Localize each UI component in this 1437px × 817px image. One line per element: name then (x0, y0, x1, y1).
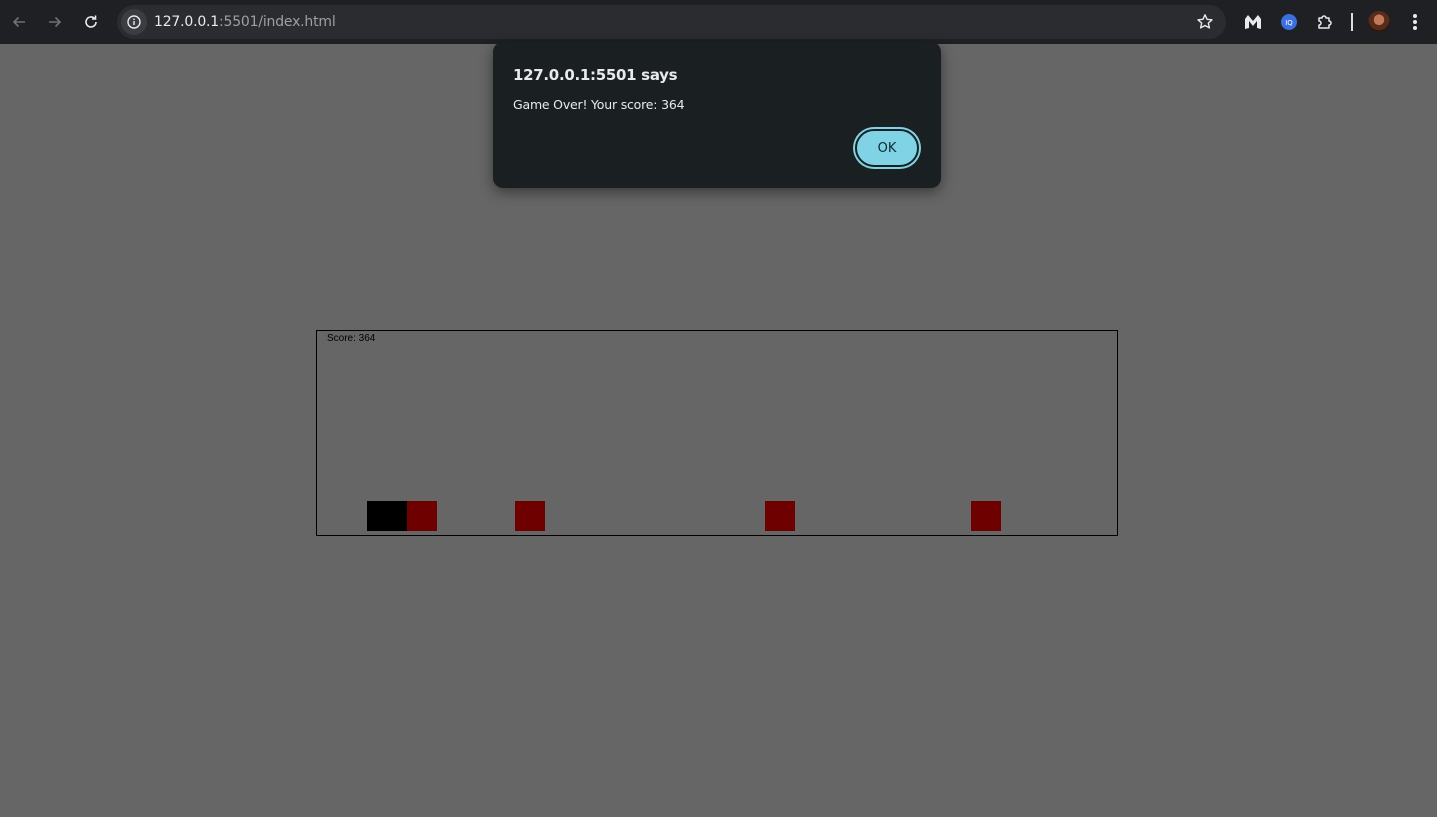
alert-dialog: 127.0.0.1:5501 says Game Over! Your scor… (493, 42, 941, 188)
score-text: Score: 364 (327, 333, 376, 344)
ok-button[interactable]: OK (855, 129, 919, 167)
profile-avatar[interactable] (1368, 11, 1390, 33)
url-path: :5501/index.html (219, 14, 336, 30)
obstacle-block (971, 501, 1001, 531)
reload-button[interactable] (77, 8, 105, 36)
obstacle-block (407, 501, 437, 531)
browser-toolbar: 127.0.0.1:5501/index.html IQ (0, 0, 1437, 44)
arrow-left-icon (12, 16, 25, 28)
dialog-title: 127.0.0.1:5501 says (513, 66, 678, 84)
dialog-message: Game Over! Your score: 364 (513, 97, 685, 112)
player-block (367, 501, 407, 531)
site-info-button[interactable] (121, 9, 147, 35)
game-canvas[interactable]: Score: 364 (316, 330, 1118, 536)
url-text[interactable]: 127.0.0.1:5501/index.html (154, 13, 336, 31)
blue-extension[interactable]: IQ (1277, 10, 1301, 34)
reload-icon (85, 15, 97, 28)
address-bar[interactable]: 127.0.0.1:5501/index.html (117, 5, 1226, 39)
star-icon[interactable] (1196, 13, 1214, 31)
arrow-right-icon (49, 16, 62, 28)
svg-text:IQ: IQ (1285, 19, 1293, 27)
obstacle-block (765, 501, 795, 531)
url-host: 127.0.0.1 (154, 14, 219, 30)
malwarebytes-icon (1245, 15, 1261, 29)
back-button[interactable] (5, 8, 33, 36)
obstacle-block (515, 501, 545, 531)
malwarebytes-extension[interactable] (1241, 10, 1265, 34)
forward-button[interactable] (41, 8, 69, 36)
extension-blue-icon: IQ (1281, 14, 1297, 30)
more-vert-icon[interactable] (1406, 12, 1424, 32)
toolbar-divider (1351, 13, 1353, 31)
info-icon (127, 15, 141, 29)
extensions-button[interactable] (1313, 10, 1337, 34)
puzzle-icon (1318, 15, 1332, 29)
